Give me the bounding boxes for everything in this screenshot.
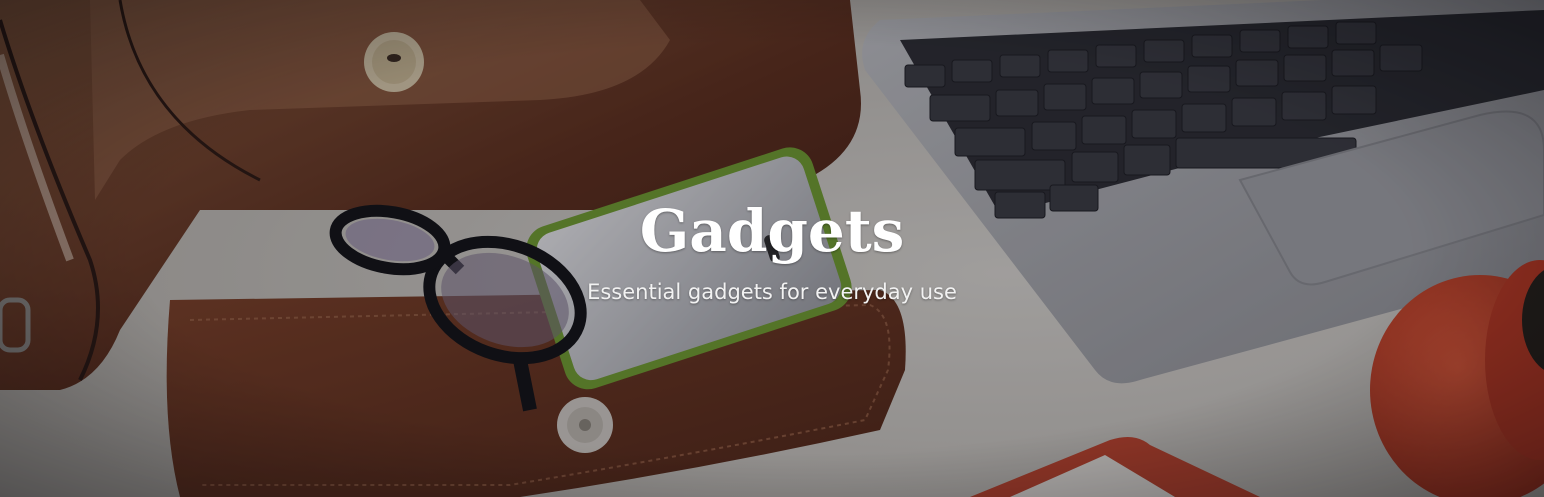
hero-text-block: Gadgets Essential gadgets for everyday u… [0,0,1544,497]
page-subtitle: Essential gadgets for everyday use [587,280,957,304]
page-title: Gadgets [639,197,905,265]
hero-banner: Gadgets Essential gadgets for everyday u… [0,0,1544,497]
